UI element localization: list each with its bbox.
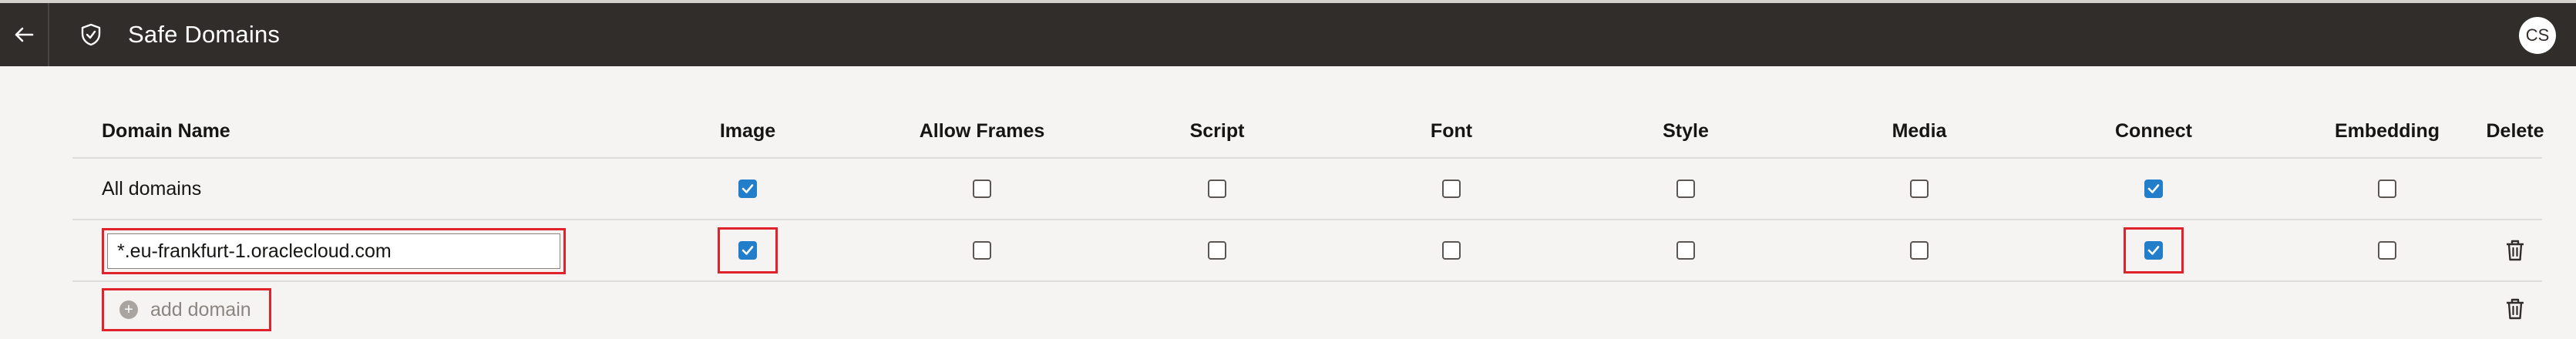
font-checkbox[interactable]	[1442, 180, 1461, 198]
allow-frames-checkbox[interactable]	[973, 180, 991, 198]
shield-icon	[76, 19, 106, 50]
table-header-row: Domain Name Image Allow Frames Script Fo…	[72, 105, 2544, 159]
back-button[interactable]	[0, 3, 49, 66]
col-style: Style	[1663, 119, 1709, 142]
add-domain-row: + add domain	[72, 282, 2542, 336]
domain-name: All domains	[102, 177, 202, 200]
col-image: Image	[719, 119, 776, 142]
image-checkbox[interactable]	[738, 241, 757, 260]
embedding-checkbox[interactable]	[2378, 241, 2396, 260]
page-title: Safe Domains	[128, 21, 281, 48]
col-domain-name: Domain Name	[102, 119, 230, 142]
connect-checkbox[interactable]	[2144, 180, 2163, 198]
embedding-checkbox[interactable]	[2378, 180, 2396, 198]
col-font: Font	[1430, 119, 1473, 142]
safe-domains-table: Domain Name Image Allow Frames Script Fo…	[72, 105, 2544, 336]
script-checkbox[interactable]	[1208, 241, 1226, 260]
col-connect: Connect	[2115, 119, 2192, 142]
allow-frames-checkbox[interactable]	[973, 241, 991, 260]
table-row: All domains	[72, 159, 2542, 220]
connect-checkbox[interactable]	[2144, 241, 2163, 260]
media-checkbox[interactable]	[1910, 241, 1929, 260]
connect-checkbox-highlight	[2124, 227, 2184, 274]
col-script: Script	[1189, 119, 1245, 142]
trash-icon	[2507, 298, 2524, 320]
script-checkbox[interactable]	[1208, 180, 1226, 198]
table-row	[72, 220, 2542, 282]
user-avatar[interactable]: CS	[2519, 17, 2556, 54]
domain-input-highlight	[102, 228, 566, 274]
plus-circle-icon: +	[119, 300, 138, 319]
font-checkbox[interactable]	[1442, 241, 1461, 260]
col-delete: Delete	[2486, 119, 2544, 142]
add-domain-button[interactable]: + add domain	[102, 288, 271, 331]
style-checkbox[interactable]	[1676, 241, 1695, 260]
domain-input[interactable]	[107, 233, 560, 269]
add-domain-label: add domain	[150, 298, 251, 321]
col-embedding: Embedding	[2334, 119, 2440, 142]
col-media: Media	[1892, 119, 1947, 142]
app-header: Safe Domains CS	[0, 3, 2576, 66]
media-checkbox[interactable]	[1910, 180, 1929, 198]
style-checkbox[interactable]	[1676, 180, 1695, 198]
delete-button[interactable]	[2488, 220, 2542, 280]
arrow-left-icon	[15, 27, 34, 42]
delete-button[interactable]	[2488, 282, 2542, 336]
image-checkbox[interactable]	[738, 180, 757, 198]
trash-icon	[2507, 240, 2524, 261]
col-allow-frames: Allow Frames	[919, 119, 1045, 142]
image-checkbox-highlight	[718, 227, 778, 274]
